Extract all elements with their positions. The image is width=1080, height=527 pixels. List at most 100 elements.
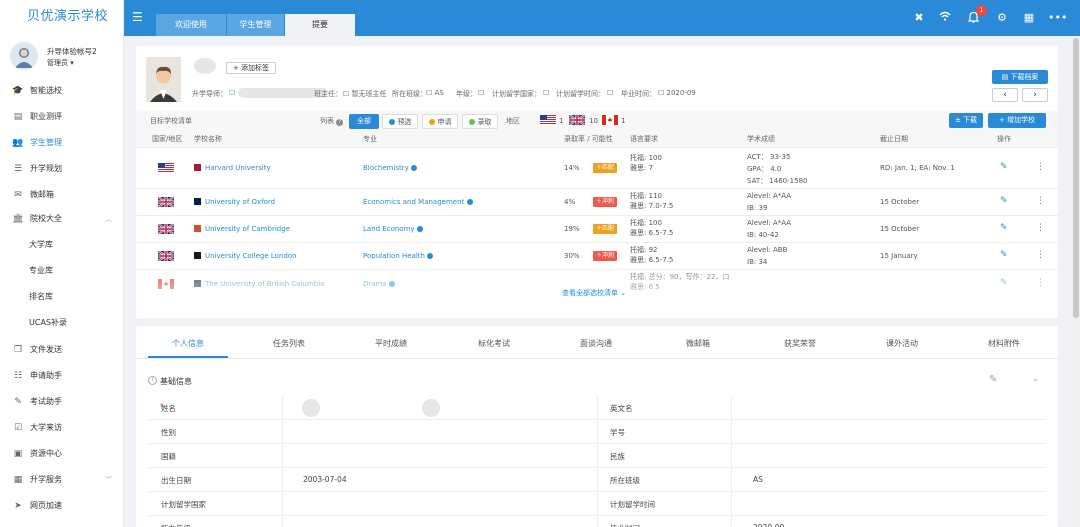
scrollbar-thumb[interactable] bbox=[1073, 38, 1079, 318]
study-time-edit-icon[interactable]: ☐ bbox=[607, 89, 613, 97]
advisor-edit-icon[interactable]: ☐ bbox=[229, 89, 235, 97]
sidebar-item-0[interactable]: 🎓 智能选校 bbox=[0, 78, 124, 104]
user-role[interactable]: 管理员 ▾ bbox=[47, 58, 74, 68]
field-label: 计划留学国家 bbox=[161, 500, 206, 509]
file-copy-icon: ❐ bbox=[13, 345, 23, 355]
prev-student-button[interactable]: ‹ bbox=[992, 88, 1018, 102]
edit-icon[interactable]: ✎ bbox=[1000, 250, 1008, 260]
edit-basic-info-icon[interactable]: ✎ bbox=[989, 374, 997, 385]
download-profile-button[interactable]: ▤ 下载档案 bbox=[992, 70, 1048, 84]
close-icon[interactable]: ✖ bbox=[912, 11, 926, 24]
uk-flag-icon[interactable] bbox=[569, 115, 585, 125]
grade-edit-icon[interactable]: ☐ bbox=[478, 89, 484, 97]
edit-icon[interactable]: ✎ bbox=[1000, 196, 1008, 206]
more-vertical-icon[interactable]: ⋮ bbox=[1036, 250, 1045, 260]
academic-requirement: Alevel: A*AA bbox=[747, 192, 792, 200]
teacher-value[interactable]: ☐ 暂无班主任 bbox=[343, 89, 387, 99]
school-name-link[interactable]: University College London bbox=[194, 251, 297, 261]
sidebar-item-13[interactable]: ☑ 大学来访 bbox=[0, 415, 124, 441]
sidebar-item-11[interactable]: ☷ 申请助手 bbox=[0, 363, 124, 389]
filter-preselect[interactable]: 预选 bbox=[382, 114, 418, 129]
edit-icon[interactable]: ✎ bbox=[1000, 162, 1008, 172]
tab-profile-5[interactable]: 微邮箱 bbox=[648, 338, 748, 349]
school-name-link[interactable]: University of Oxford bbox=[194, 197, 275, 207]
sidebar-item-10[interactable]: ❐ 文件发送 bbox=[0, 337, 124, 363]
tab-student-management[interactable]: 学生管理 bbox=[227, 14, 284, 36]
sidebar-item-2[interactable]: 👥 学生管理 bbox=[0, 130, 124, 156]
field-value[interactable]: 2003-07-04 bbox=[303, 475, 347, 484]
filter-all[interactable]: 全部 bbox=[349, 114, 379, 129]
mail-icon: ✉ bbox=[14, 190, 22, 200]
chance-badge: ＋冲刺 bbox=[593, 250, 618, 261]
sidebar-item-4[interactable]: ✉ 微邮箱 bbox=[0, 182, 124, 208]
class-label: 所在班级： bbox=[392, 90, 427, 98]
school-name-link[interactable]: Harvard University bbox=[194, 163, 271, 173]
field-label: 出生日期 bbox=[161, 476, 191, 485]
sidebar-item-9[interactable]: UCAS补录 bbox=[0, 310, 124, 336]
tab-profile-4[interactable]: 面谈沟通 bbox=[546, 338, 646, 349]
filter-admitted[interactable]: 录取 bbox=[462, 114, 498, 129]
us-flag-icon[interactable] bbox=[540, 115, 556, 125]
graduation-label: 毕业时间： bbox=[621, 90, 656, 98]
add-school-button[interactable]: + 增加学校 bbox=[988, 113, 1046, 128]
tab-welcome[interactable]: 欢迎使用 bbox=[156, 14, 226, 36]
brand-title: 贝优演示学校 bbox=[27, 9, 109, 24]
academic-requirement: Alevel: A*AA bbox=[747, 219, 792, 227]
class-value[interactable]: ☐ AS bbox=[426, 89, 444, 97]
ca-flag-icon[interactable] bbox=[602, 115, 618, 125]
tab-profile-7[interactable]: 课外活动 bbox=[852, 338, 952, 349]
student-name-mask bbox=[194, 58, 216, 74]
add-tag-button[interactable]: + 添加标签 bbox=[226, 62, 276, 74]
sidebar-item-label: 微邮箱 bbox=[30, 190, 54, 199]
sidebar-item-1[interactable]: ▤ 职业测评 bbox=[0, 104, 124, 130]
tab-summary[interactable]: 提要 bbox=[285, 14, 355, 36]
next-student-button[interactable]: › bbox=[1022, 88, 1048, 102]
col-school: 学校名称 bbox=[194, 135, 222, 143]
tab-profile-6[interactable]: 获奖荣誉 bbox=[750, 338, 850, 349]
edit-icon[interactable]: ✎ bbox=[1000, 223, 1008, 233]
sidebar-item-12[interactable]: ✎ 考试助手 bbox=[0, 389, 124, 415]
tab-profile-3[interactable]: 标化考试 bbox=[444, 338, 544, 349]
menu-toggle-icon[interactable]: ☰ bbox=[132, 10, 143, 24]
major-link[interactable]: Biochemistry bbox=[363, 163, 420, 173]
user-panel[interactable]: 升导体验帐号2 管理员 ▾ bbox=[0, 36, 123, 78]
avatar[interactable] bbox=[10, 42, 38, 70]
sidebar-item-14[interactable]: ▣ 资源中心 bbox=[0, 441, 124, 467]
wifi-icon[interactable] bbox=[938, 11, 952, 24]
tab-profile-1[interactable]: 任务列表 bbox=[239, 338, 339, 349]
graduation-value[interactable]: ☐ 2020-09 bbox=[658, 89, 696, 97]
major-link[interactable]: Economics and Management bbox=[363, 197, 476, 207]
tab-profile-2[interactable]: 平时成绩 bbox=[341, 338, 441, 349]
filter-apply[interactable]: 申请 bbox=[422, 114, 458, 129]
academic-requirement: ACT： 33-35 bbox=[747, 153, 791, 161]
field-value[interactable]: AS bbox=[753, 475, 763, 484]
country-edit-icon[interactable]: ☐ bbox=[543, 89, 549, 97]
download-list-button[interactable]: ± 下载 bbox=[949, 113, 983, 128]
major-link[interactable]: Land Economy bbox=[363, 224, 426, 234]
col-language: 语言要求 bbox=[630, 135, 658, 143]
school-name-link[interactable]: University of Cambridge bbox=[194, 224, 290, 234]
tab-profile-0[interactable]: 个人信息 bbox=[138, 338, 238, 349]
view-all-schools-link[interactable]: 查看全部选校清单 ⌄ bbox=[562, 288, 626, 298]
sidebar-item-8[interactable]: 排名库 bbox=[0, 284, 124, 310]
collapse-chevron-icon[interactable]: ⌄ bbox=[1032, 374, 1039, 383]
sidebar-item-3[interactable]: ☰ 升学规划 bbox=[0, 156, 124, 182]
edit-icon: ✎ bbox=[14, 397, 22, 407]
tab-profile-8[interactable]: 材料附件 bbox=[954, 338, 1054, 349]
help-icon[interactable]: ? bbox=[336, 119, 344, 126]
sidebar-item-5[interactable]: 🏛 院校大全 ︿ bbox=[0, 206, 124, 232]
field-value[interactable]: 2020-09 bbox=[753, 523, 784, 527]
gear-icon[interactable]: ⚙ bbox=[995, 11, 1009, 24]
calendar-icon[interactable]: ▦ bbox=[1022, 11, 1036, 24]
more-vertical-icon[interactable]: ⋮ bbox=[1036, 162, 1045, 172]
more-vertical-icon[interactable]: ⋮ bbox=[1036, 196, 1045, 206]
more-icon[interactable]: ••• bbox=[1048, 11, 1067, 24]
sidebar-item-16[interactable]: ➤ 网页加速 bbox=[0, 493, 124, 519]
sidebar-item-15[interactable]: ▦ 升学服务 ﹀ bbox=[0, 467, 124, 493]
page-scrollbar[interactable] bbox=[1072, 36, 1080, 527]
col-deadline: 截止日期 bbox=[880, 135, 908, 143]
major-link[interactable]: Population Health bbox=[363, 251, 436, 261]
more-vertical-icon[interactable]: ⋮ bbox=[1036, 223, 1045, 233]
sidebar-item-7[interactable]: 专业库 bbox=[0, 258, 124, 284]
sidebar-item-6[interactable]: 大学库 bbox=[0, 232, 124, 258]
